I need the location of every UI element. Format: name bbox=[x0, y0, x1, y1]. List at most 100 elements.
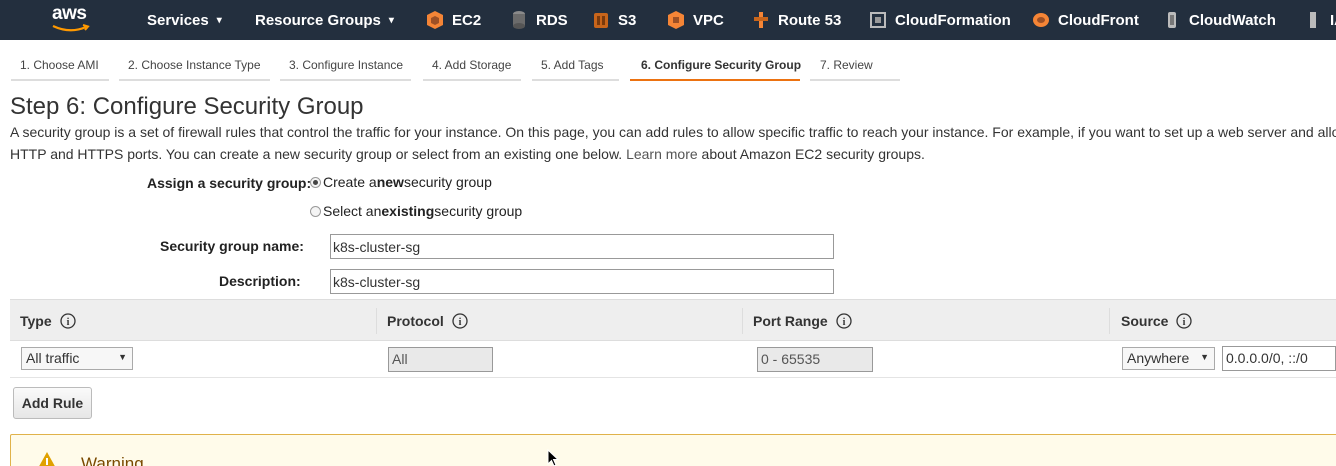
nav-shortcut-ec2[interactable]: EC2 bbox=[426, 0, 481, 40]
security-group-name-label: Security group name: bbox=[160, 238, 304, 254]
table-row: All traffic ▼ All 0 - 65535 Anywhere ▼ 0… bbox=[10, 341, 1336, 378]
ec2-icon bbox=[427, 11, 443, 29]
nav-iam-label: IA bbox=[1330, 11, 1336, 29]
radio-label-emphasis: existing bbox=[381, 203, 435, 219]
aws-logo[interactable]: aws bbox=[52, 3, 94, 35]
warning-title: Warning bbox=[81, 454, 144, 466]
page-title: Step 6: Configure Security Group bbox=[10, 93, 364, 120]
dropdown-arrow-icon: ▼ bbox=[118, 352, 127, 362]
rule-port-range-field: 0 - 65535 bbox=[757, 347, 873, 372]
column-header-port-range: Port Range i bbox=[743, 300, 852, 342]
warning-alert: Warning bbox=[10, 434, 1336, 466]
nav-shortcut-cloudwatch[interactable]: CloudWatch bbox=[1163, 0, 1276, 40]
page-description-line-1: A security group is a set of firewall ru… bbox=[10, 124, 1336, 140]
nav-s3-label: S3 bbox=[618, 11, 637, 29]
nav-resource-groups-label: Resource Groups bbox=[255, 11, 381, 29]
nav-shortcut-iam[interactable]: IA bbox=[1304, 0, 1336, 40]
nav-shortcut-s3[interactable]: S3 bbox=[592, 0, 636, 40]
description-text: about Amazon EC2 security groups. bbox=[701, 146, 925, 162]
description-input[interactable] bbox=[330, 269, 834, 294]
wizard-step-label: 7. Review bbox=[820, 58, 873, 72]
page-description-line-2: HTTP and HTTPS ports. You can create a n… bbox=[10, 146, 925, 162]
wizard-step-active-underline bbox=[630, 79, 800, 81]
wizard-steps: 1. Choose AMI 2. Choose Instance Type 3.… bbox=[0, 40, 1336, 82]
nav-shortcut-rds[interactable]: RDS bbox=[510, 0, 568, 40]
column-header-source: Source i bbox=[1111, 300, 1193, 342]
radio-create-new-security-group[interactable]: Create a new security group bbox=[310, 174, 492, 190]
info-icon[interactable]: i bbox=[1176, 313, 1193, 329]
nav-resource-groups-menu[interactable]: Resource Groups ▾ bbox=[255, 0, 394, 40]
wizard-step-choose-instance-type[interactable]: 2. Choose Instance Type bbox=[119, 58, 270, 81]
column-header-label: Port Range bbox=[753, 313, 828, 329]
wizard-step-label: 1. Choose AMI bbox=[20, 58, 99, 72]
top-navigation-bar: aws Services ▾ Resource Groups ▾ EC2 RDS bbox=[0, 0, 1336, 40]
info-glyph: i bbox=[458, 317, 461, 328]
wizard-step-review[interactable]: 7. Review bbox=[810, 58, 900, 81]
radio-label-text: security group bbox=[434, 203, 523, 219]
caret-down-icon: ▾ bbox=[216, 14, 222, 26]
wizard-step-configure-instance[interactable]: 3. Configure Instance bbox=[280, 58, 411, 81]
wizard-step-label: 4. Add Storage bbox=[432, 58, 512, 72]
radio-button-selected[interactable] bbox=[310, 176, 321, 188]
wizard-step-underline bbox=[423, 79, 521, 81]
info-glyph: i bbox=[66, 317, 69, 328]
cloudwatch-icon bbox=[1168, 12, 1176, 28]
nav-services-menu[interactable]: Services ▾ bbox=[147, 0, 222, 40]
column-header-protocol: Protocol i bbox=[377, 300, 468, 342]
aws-smile-icon bbox=[52, 24, 90, 32]
info-icon[interactable]: i bbox=[59, 313, 76, 329]
nav-services-label: Services bbox=[147, 11, 209, 29]
column-header-type: Type i bbox=[10, 300, 76, 342]
iam-icon bbox=[1310, 12, 1316, 28]
rule-source-cidr-input[interactable]: 0.0.0.0/0, ::/0 bbox=[1222, 346, 1336, 371]
wizard-step-label: 5. Add Tags bbox=[541, 58, 604, 72]
wizard-step-label: 2. Choose Instance Type bbox=[128, 58, 261, 72]
info-glyph: i bbox=[1183, 317, 1186, 328]
description-label: Description: bbox=[219, 273, 301, 289]
dropdown-arrow-icon: ▼ bbox=[1200, 352, 1209, 362]
info-icon[interactable]: i bbox=[836, 313, 852, 329]
column-header-label: Type bbox=[20, 313, 52, 329]
mouse-cursor-icon bbox=[547, 449, 560, 466]
radio-label-emphasis: new bbox=[376, 174, 404, 190]
inbound-rules-table: Type i Protocol i Port Range i Source i … bbox=[10, 299, 1336, 378]
nav-shortcut-route53[interactable]: Route 53 bbox=[752, 0, 841, 40]
learn-more-link[interactable]: Learn more bbox=[626, 146, 698, 162]
wizard-step-add-storage[interactable]: 4. Add Storage bbox=[423, 58, 521, 81]
wizard-step-add-tags[interactable]: 5. Add Tags bbox=[532, 58, 619, 81]
vpc-icon bbox=[668, 11, 684, 29]
nav-shortcut-cloudformation[interactable]: CloudFormation bbox=[869, 0, 1011, 40]
rule-type-select[interactable]: All traffic ▼ bbox=[21, 347, 133, 370]
rule-protocol-field: All bbox=[388, 347, 493, 372]
security-group-name-input[interactable] bbox=[330, 234, 834, 259]
nav-shortcut-vpc[interactable]: VPC bbox=[667, 0, 724, 40]
nav-ec2-label: EC2 bbox=[452, 11, 482, 29]
wizard-step-underline bbox=[810, 79, 900, 81]
radio-select-existing-security-group[interactable]: Select an existing security group bbox=[310, 203, 522, 219]
info-icon[interactable]: i bbox=[452, 313, 468, 329]
nav-cloudformation-label: CloudFormation bbox=[895, 11, 1011, 29]
rule-source-value: Anywhere bbox=[1127, 350, 1190, 366]
info-glyph: i bbox=[842, 317, 845, 328]
table-header: Type i Protocol i Port Range i Source i bbox=[10, 299, 1336, 341]
wizard-step-underline bbox=[532, 79, 619, 81]
wizard-step-underline bbox=[280, 79, 411, 81]
wizard-step-configure-security-group[interactable]: 6. Configure Security Group bbox=[630, 58, 801, 81]
assign-security-group-label: Assign a security group: bbox=[147, 175, 312, 191]
column-header-label: Source bbox=[1121, 313, 1169, 329]
radio-label-text: Create a bbox=[323, 174, 377, 190]
rule-source-select[interactable]: Anywhere ▼ bbox=[1122, 347, 1215, 370]
add-rule-button[interactable]: Add Rule bbox=[13, 387, 92, 419]
route53-icon bbox=[754, 12, 768, 28]
nav-route53-label: Route 53 bbox=[778, 11, 842, 29]
nav-cloudwatch-label: CloudWatch bbox=[1189, 11, 1276, 29]
nav-shortcut-cloudfront[interactable]: CloudFront bbox=[1032, 0, 1139, 40]
rds-icon bbox=[513, 11, 525, 29]
cloudfront-icon bbox=[1033, 13, 1049, 27]
s3-icon bbox=[594, 13, 608, 28]
radio-button[interactable] bbox=[310, 205, 321, 217]
column-divider bbox=[1109, 308, 1110, 334]
description-text: HTTP and HTTPS ports. You can create a n… bbox=[10, 146, 623, 162]
aws-logo-text: aws bbox=[52, 3, 87, 24]
wizard-step-choose-ami[interactable]: 1. Choose AMI bbox=[11, 58, 109, 81]
